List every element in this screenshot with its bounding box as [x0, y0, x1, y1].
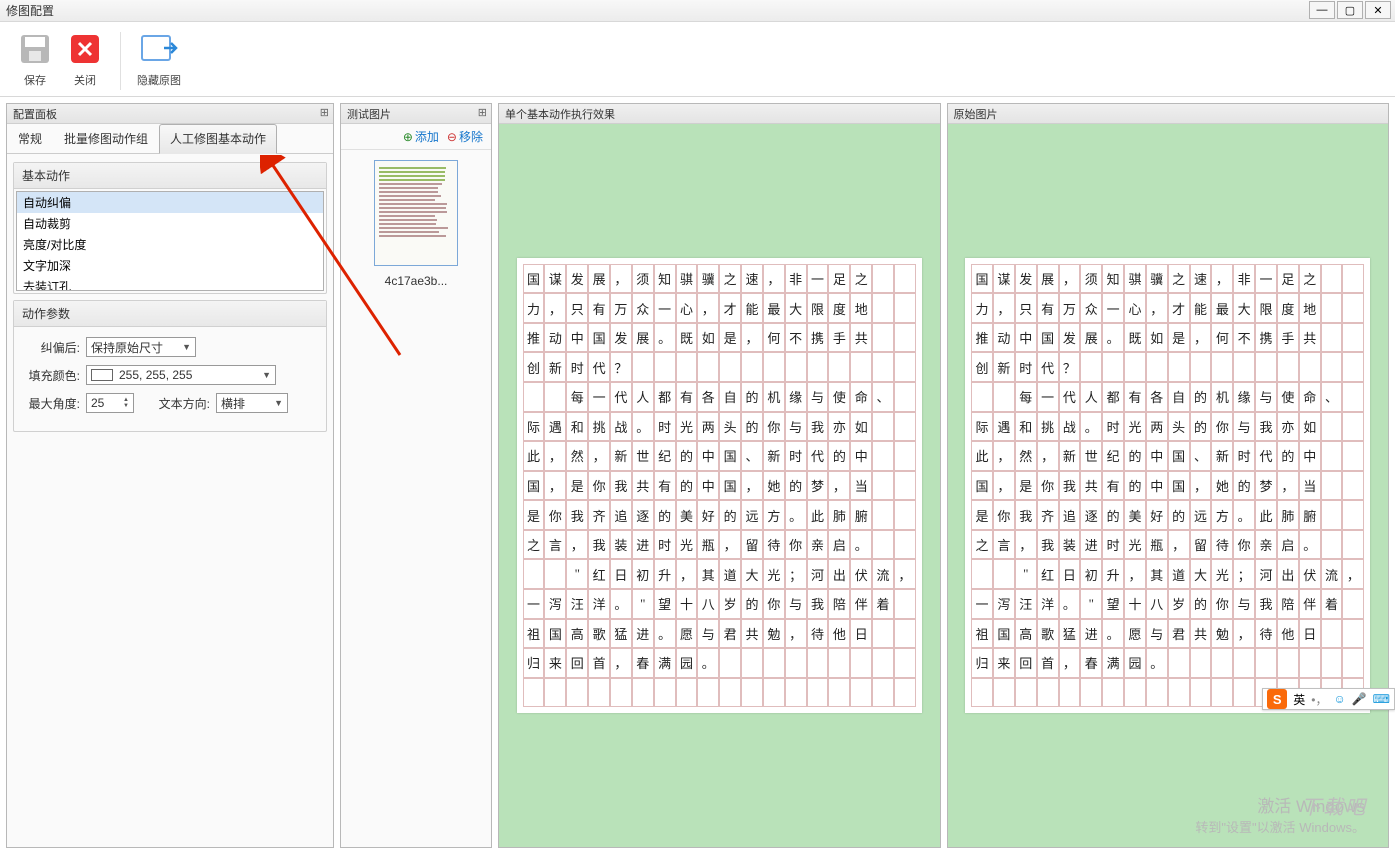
site-watermark: 下载吧 — [1301, 791, 1367, 820]
test-image-thumbnail[interactable] — [374, 160, 458, 266]
save-label: 保存 — [24, 72, 46, 88]
sogou-icon: S — [1267, 689, 1287, 709]
tab-general[interactable]: 常规 — [7, 124, 53, 153]
action-item[interactable]: 去装订孔 — [17, 276, 323, 291]
tab-manual[interactable]: 人工修图基本动作 — [159, 124, 277, 154]
window-title: 修图配置 — [6, 2, 54, 19]
test-panel-title: 测试图片 — [347, 106, 391, 122]
max-angle-spinner[interactable]: 25 ▲▼ — [86, 393, 134, 413]
plus-icon: ⊕ — [403, 130, 413, 144]
config-panel: 配置面板 ⊞ 常规 批量修图动作组 人工修图基本动作 基本动作 自动纠偏自动裁剪… — [6, 103, 334, 848]
test-images-panel: 测试图片 ⊞ ⊕添加 ⊖移除 4c17ae3b... — [340, 103, 492, 848]
remove-test-image-button[interactable]: ⊖移除 — [447, 128, 483, 145]
result-view: 单个基本动作执行效果 国谋发展，须知骐骥之速，非一足之力，只有万众一心，才能最大… — [498, 103, 941, 848]
action-params-title: 动作参数 — [14, 301, 326, 327]
original-canvas[interactable]: 国谋发展，须知骐骥之速，非一足之力，只有万众一心，才能最大限度地推动中国发展。既… — [948, 124, 1389, 847]
fill-color-label: 填充颜色: — [22, 367, 80, 384]
hide-original-button[interactable]: 隐藏原图 — [131, 26, 187, 96]
maximize-button[interactable]: ▢ — [1337, 1, 1363, 19]
hide-icon — [140, 30, 178, 68]
config-panel-title: 配置面板 — [13, 106, 57, 122]
fill-color-combo[interactable]: 255, 255, 255 ▼ — [86, 365, 276, 385]
result-canvas[interactable]: 国谋发展，须知骐骥之速，非一足之力，只有万众一心，才能最大限度地推动中国发展。既… — [499, 124, 940, 847]
max-angle-label: 最大角度: — [22, 395, 80, 412]
action-item[interactable]: 文字加深 — [17, 255, 323, 276]
text-direction-combo[interactable]: 横排▼ — [216, 393, 288, 413]
after-correction-label: 纠偏后: — [22, 339, 80, 356]
basic-actions-title: 基本动作 — [14, 163, 326, 189]
action-list[interactable]: 自动纠偏自动裁剪亮度/对比度文字加深去装订孔 — [16, 191, 324, 291]
original-view-title: 原始图片 — [948, 104, 1389, 124]
save-icon — [16, 30, 54, 68]
ime-lang[interactable]: 英 — [1293, 691, 1305, 708]
save-button[interactable]: 保存 — [10, 26, 60, 96]
action-item[interactable]: 自动纠偏 — [17, 192, 323, 213]
minimize-button[interactable]: — — [1309, 1, 1335, 19]
pin-icon[interactable]: ⊞ — [478, 106, 487, 119]
minus-icon: ⊖ — [447, 130, 457, 144]
original-view: 原始图片 国谋发展，须知骐骥之速，非一足之力，只有万众一心，才能最大限度地推动中… — [947, 103, 1390, 848]
tab-batch[interactable]: 批量修图动作组 — [53, 124, 159, 153]
pin-icon[interactable]: ⊞ — [320, 106, 329, 119]
action-item[interactable]: 亮度/对比度 — [17, 234, 323, 255]
close-label: 关闭 — [74, 72, 96, 88]
color-swatch-icon — [91, 369, 113, 381]
text-direction-label: 文本方向: — [152, 395, 210, 412]
add-test-image-button[interactable]: ⊕添加 — [403, 128, 439, 145]
result-view-title: 单个基本动作执行效果 — [499, 104, 940, 124]
titlebar: 修图配置 — ▢ ✕ — [0, 0, 1395, 22]
close-icon — [66, 30, 104, 68]
ime-toolbar[interactable]: S 英 •， ☺ 🎤 ⌨ — [1262, 688, 1395, 710]
action-params-group: 动作参数 纠偏后: 保持原始尺寸▼ 填充颜色: 255, 255, 255 ▼ — [13, 300, 327, 432]
main-toolbar: 保存 关闭 隐藏原图 — [0, 22, 1395, 97]
after-correction-combo[interactable]: 保持原始尺寸▼ — [86, 337, 196, 357]
action-item[interactable]: 自动裁剪 — [17, 213, 323, 234]
thumbnail-label: 4c17ae3b... — [385, 274, 448, 288]
basic-actions-group: 基本动作 自动纠偏自动裁剪亮度/对比度文字加深去装订孔 — [13, 162, 327, 294]
close-button[interactable]: 关闭 — [60, 26, 110, 96]
config-tabs: 常规 批量修图动作组 人工修图基本动作 — [7, 124, 333, 154]
close-window-button[interactable]: ✕ — [1365, 1, 1391, 19]
hide-original-label: 隐藏原图 — [137, 72, 181, 88]
keyboard-icon[interactable]: ⌨ — [1373, 692, 1390, 706]
emoji-icon[interactable]: ☺ — [1333, 692, 1345, 706]
voice-icon[interactable]: 🎤 — [1352, 692, 1367, 706]
